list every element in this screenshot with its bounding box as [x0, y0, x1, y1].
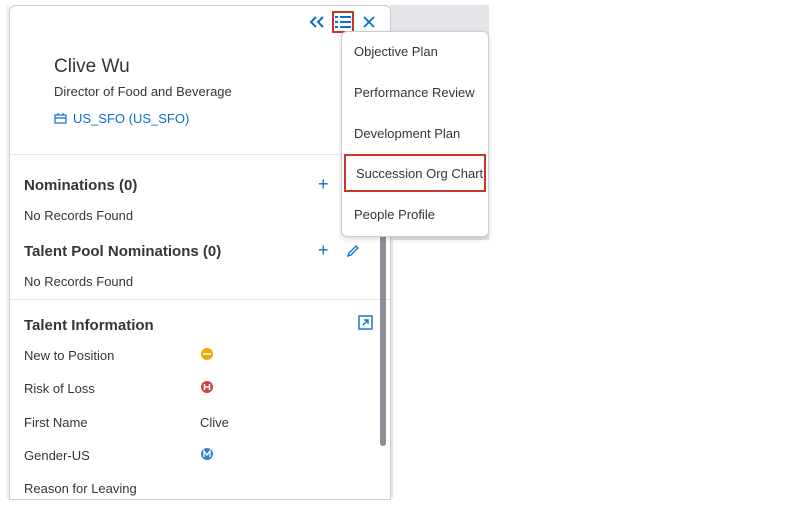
actions-dropdown-menu: Objective Plan Performance Review Develo…: [341, 31, 489, 237]
menu-item-objective-plan[interactable]: Objective Plan: [342, 32, 488, 70]
risk-high-icon: [200, 380, 214, 397]
row-label-new-to-position: New to Position: [24, 348, 115, 363]
row-label-risk-of-loss: Risk of Loss: [24, 381, 95, 396]
menu-item-performance-review[interactable]: Performance Review: [342, 73, 488, 111]
employee-name: Clive Wu: [54, 56, 130, 77]
talent-pool-title: Talent Pool Nominations (0): [24, 243, 222, 260]
gender-male-icon: [200, 447, 214, 464]
divider: [10, 299, 390, 300]
edit-pencil-icon[interactable]: [346, 242, 360, 263]
open-external-icon[interactable]: [358, 314, 373, 335]
row-label-gender: Gender-US: [24, 448, 90, 463]
talent-info-title: Talent Information: [24, 317, 154, 334]
location-icon: [54, 113, 67, 124]
new-to-position-icon: [200, 347, 214, 364]
close-icon[interactable]: [358, 11, 380, 33]
panel-toolbar: [306, 11, 380, 33]
row-label-reason-for-leaving: Reason for Leaving: [24, 481, 137, 496]
menu-item-people-profile[interactable]: People Profile: [342, 195, 488, 233]
menu-item-succession-org-chart[interactable]: Succession Org Chart: [344, 154, 486, 192]
double-chevron-left-icon[interactable]: [306, 11, 328, 33]
add-talent-pool-icon[interactable]: +: [318, 240, 329, 261]
row-label-first-name: First Name: [24, 415, 88, 430]
row-value-first-name: Clive: [200, 415, 229, 430]
nominations-title: Nominations (0): [24, 177, 138, 194]
quickcard-panel: Clive Wu Director of Food and Beverage U…: [9, 5, 391, 500]
location-label: US_SFO (US_SFO): [73, 111, 190, 126]
add-nomination-icon[interactable]: +: [318, 174, 329, 195]
talent-pool-empty: No Records Found: [24, 274, 134, 289]
profile-header: Clive Wu Director of Food and Beverage U…: [54, 56, 232, 126]
list-icon[interactable]: [332, 11, 354, 33]
nominations-empty: No Records Found: [24, 208, 134, 223]
employee-location-link[interactable]: US_SFO (US_SFO): [54, 111, 232, 126]
employee-job-title: Director of Food and Beverage: [54, 84, 232, 99]
divider: [10, 154, 390, 155]
menu-item-development-plan[interactable]: Development Plan: [342, 114, 488, 152]
